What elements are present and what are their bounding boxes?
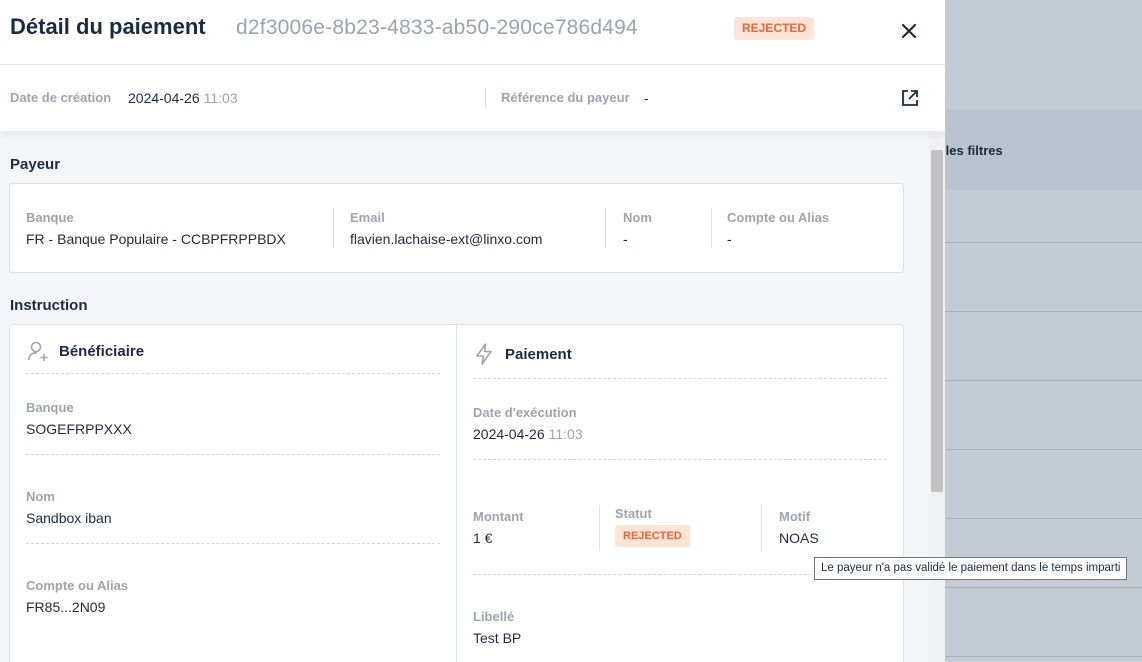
exec-date-label: Date d'exécution [473, 405, 577, 420]
column-divider [456, 325, 457, 662]
instruction-section-title: Instruction [10, 297, 88, 314]
payer-account: Compte ou Alias - [727, 210, 829, 247]
beneficiary-header: Bénéficiaire [26, 339, 144, 363]
dashed-divider [26, 373, 440, 374]
beneficiary-bank: Banque SOGEFRPPXXX [26, 400, 132, 437]
scrollbar-thumb[interactable] [931, 150, 943, 492]
close-button[interactable] [898, 20, 920, 42]
lightning-icon [476, 343, 492, 365]
dashed-divider [473, 459, 887, 460]
label-label: Libellé [473, 609, 515, 624]
beneficiary-account: Compte ou Alias FR85...2N09 [26, 578, 128, 615]
payment-exec-date: Date d'exécution 2024-04-26 11:03 [473, 405, 583, 442]
beneficiary-name-value: Sandbox iban [26, 510, 112, 526]
filter-link[interactable]: r les filtres [937, 143, 1003, 158]
beneficiary-account-label: Compte ou Alias [26, 578, 129, 593]
payment-amount: Montant 1 € [473, 509, 524, 546]
beneficiary-account-value: FR85...2N09 [26, 599, 106, 615]
reason-tooltip: Le payeur n'a pas validé le paiement dan… [814, 557, 1128, 580]
payer-name: Nom - [623, 210, 652, 247]
field-divider [605, 208, 606, 248]
dashed-divider [473, 378, 887, 379]
payer-ref-value: - [644, 90, 649, 106]
dashed-divider [26, 454, 440, 455]
exec-time: 11:03 [548, 426, 583, 442]
field-divider [711, 208, 712, 248]
row-divider [945, 656, 1142, 657]
row-divider [945, 311, 1142, 312]
close-icon [901, 23, 917, 39]
status-badge: REJECTED [734, 17, 815, 40]
reason-label: Motif [779, 509, 811, 524]
amount-label: Montant [473, 509, 524, 524]
row-divider [945, 380, 1142, 381]
row-divider [945, 518, 1142, 519]
beneficiary-bank-value: SOGEFRPPXXX [26, 421, 132, 437]
payment-status-label: Statut [615, 506, 652, 521]
meta-divider [485, 88, 486, 108]
payment-status: Statut REJECTED [615, 506, 690, 547]
payment-detail-drawer: Détail du paiement d2f3006e-8b23-4833-ab… [0, 0, 945, 662]
beneficiary-bank-label: Banque [26, 400, 74, 415]
payment-header: Paiement [473, 342, 572, 366]
row-divider [945, 587, 1142, 588]
user-add-icon [27, 341, 48, 361]
payment-reason[interactable]: Motif NOAS [779, 509, 819, 546]
exec-date: 2024-04-26 [473, 426, 545, 442]
created-label: Date de création [10, 90, 112, 105]
payer-card: Banque FR - Banque Populaire - CCBPFRPPB… [9, 183, 904, 273]
row-divider [945, 242, 1142, 243]
external-link-icon [902, 90, 918, 106]
payer-account-label: Compte ou Alias [727, 210, 830, 225]
open-external-button[interactable] [900, 88, 920, 108]
created-date: 2024-04-26 [128, 90, 200, 106]
payer-name-value: - [623, 231, 628, 247]
field-divider [333, 208, 334, 248]
reason-value[interactable]: NOAS [779, 530, 819, 546]
beneficiary-title: Bénéficiaire [59, 342, 145, 360]
created-value: 2024-04-26 11:03 [128, 90, 238, 106]
payer-bank-value: FR - Banque Populaire - CCBPFRPPBDX [26, 231, 286, 247]
page-title: Détail du paiement [10, 14, 206, 39]
created-time: 11:03 [203, 90, 238, 106]
payer-email: Email flavien.lachaise-ext@linxo.com [350, 210, 542, 247]
field-divider [761, 505, 762, 551]
payer-email-value: flavien.lachaise-ext@linxo.com [350, 231, 543, 247]
payer-name-label: Nom [623, 210, 652, 225]
label-value: Test BP [473, 630, 522, 646]
payment-label: Libellé Test BP [473, 609, 521, 646]
payer-account-value: - [727, 231, 732, 247]
row-divider [945, 449, 1142, 450]
payment-status-badge: REJECTED [615, 525, 690, 547]
beneficiary-name-label: Nom [26, 489, 55, 504]
header-divider [0, 64, 945, 65]
field-divider [599, 505, 600, 551]
payer-email-label: Email [350, 210, 385, 225]
amount-value: 1 € [473, 530, 493, 546]
instruction-card: Bénéficiaire Banque SOGEFRPPXXX Nom Sand… [9, 324, 904, 662]
payer-ref-label: Référence du payeur [501, 90, 630, 105]
beneficiary-name: Nom Sandbox iban [26, 489, 112, 526]
payer-bank: Banque FR - Banque Populaire - CCBPFRPPB… [26, 210, 286, 247]
drawer-header: Détail du paiement d2f3006e-8b23-4833-ab… [0, 0, 945, 131]
exec-date-value: 2024-04-26 11:03 [473, 426, 583, 442]
payer-section-title: Payeur [10, 156, 61, 173]
dashed-divider [26, 543, 440, 544]
payment-title: Paiement [505, 345, 572, 363]
payment-id: d2f3006e-8b23-4833-ab50-290ce786d494 [236, 16, 638, 39]
payer-bank-label: Banque [26, 210, 74, 225]
